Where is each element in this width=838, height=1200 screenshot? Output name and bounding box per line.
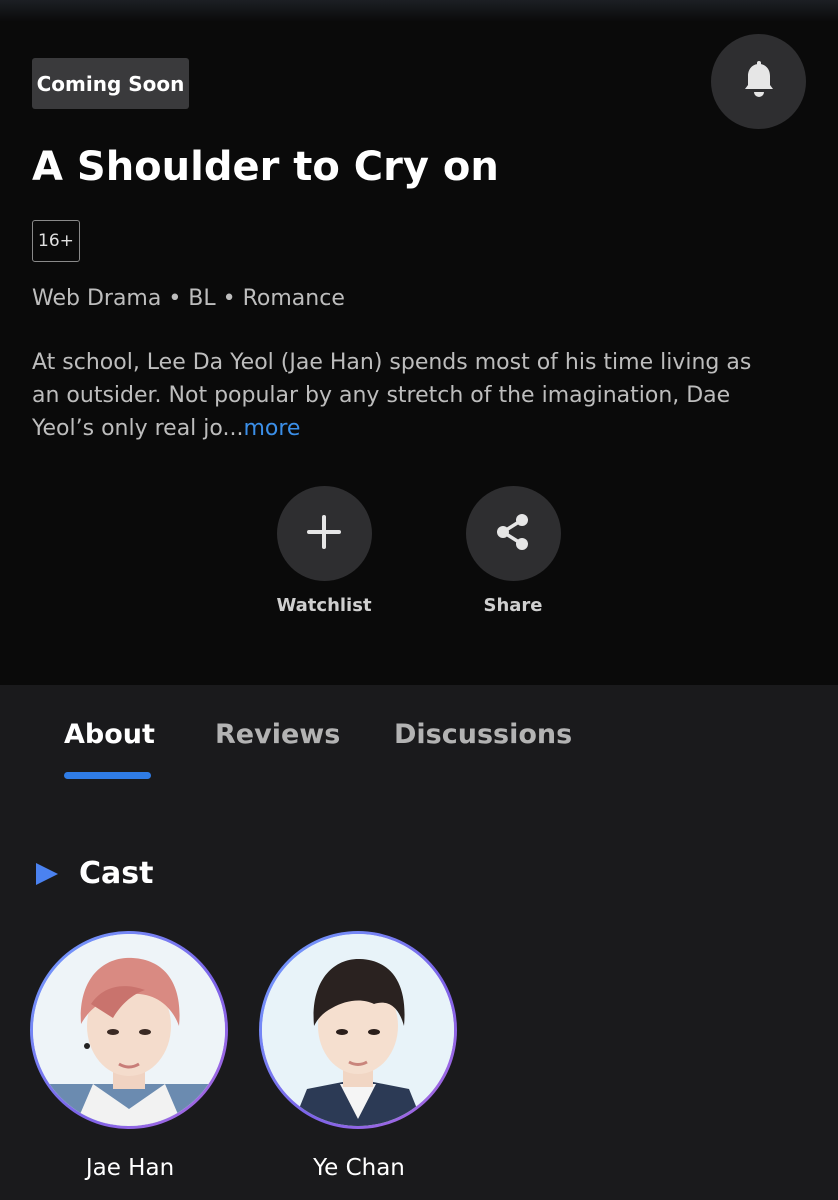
share-icon — [495, 513, 531, 555]
show-title: A Shoulder to Cry on — [32, 144, 499, 190]
hero-section: Coming Soon A Shoulder to Cry on 16+ Web… — [0, 0, 838, 685]
cast-member-name: Ye Chan — [313, 1155, 405, 1181]
synopsis: At school, Lee Da Yeol (Jae Han) spends … — [32, 346, 812, 445]
cast-member-name: Jae Han — [85, 1155, 175, 1181]
avatar-ring — [259, 931, 457, 1129]
watchlist-label: Watchlist — [276, 595, 372, 616]
avatar — [262, 934, 454, 1126]
cast-member-card[interactable]: Jae Han — [30, 931, 230, 1181]
tab-discussions[interactable]: Discussions — [394, 719, 572, 750]
synopsis-line: Yeol’s only real jo... — [32, 416, 244, 441]
avatar-ring — [30, 931, 228, 1129]
share-button[interactable] — [465, 486, 561, 581]
coming-soon-badge: Coming Soon — [32, 58, 189, 109]
notify-button[interactable] — [711, 34, 806, 129]
watchlist-action: Watchlist — [259, 486, 389, 616]
synopsis-line: At school, Lee Da Yeol (Jae Han) spends … — [32, 350, 752, 375]
play-triangle-icon — [36, 862, 58, 885]
cast-section-header: Cast — [36, 856, 153, 891]
cast-section-title: Cast — [79, 856, 154, 891]
cast-member-card[interactable]: Ye Chan — [259, 931, 459, 1181]
backdrop-image-strip — [0, 0, 838, 22]
tab-about[interactable]: About — [64, 719, 155, 750]
plus-icon — [304, 512, 344, 556]
watchlist-button[interactable] — [276, 486, 372, 581]
tab-reviews[interactable]: Reviews — [215, 719, 340, 750]
share-label: Share — [483, 595, 543, 616]
bell-icon — [742, 60, 776, 103]
more-link[interactable]: more — [243, 416, 300, 441]
synopsis-line-last: Yeol’s only real jo...more — [32, 412, 812, 445]
synopsis-line: an outsider. Not popular by any stretch … — [32, 383, 731, 408]
genre-list: Web Drama • BL • Romance — [32, 286, 345, 311]
active-tab-indicator — [64, 772, 151, 779]
avatar — [33, 934, 225, 1126]
tab-bar: About Reviews Discussions — [0, 685, 838, 795]
age-rating-badge: 16+ — [32, 220, 80, 262]
share-action: Share — [448, 486, 578, 616]
